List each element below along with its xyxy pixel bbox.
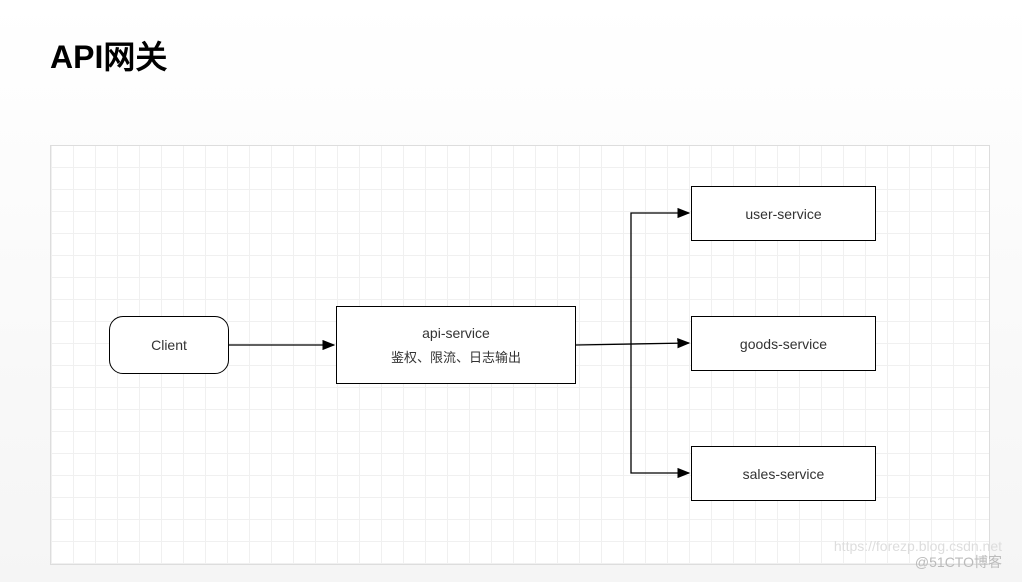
client-node: Client <box>109 316 229 374</box>
user-service-node: user-service <box>691 186 876 241</box>
goods-service-label: goods-service <box>740 336 827 352</box>
client-label: Client <box>151 337 187 353</box>
page-title: API网关 <box>50 32 167 78</box>
user-service-label: user-service <box>745 206 821 222</box>
api-service-node: api-service 鉴权、限流、日志输出 <box>336 306 576 384</box>
diagram-canvas: Client api-service 鉴权、限流、日志输出 user-servi… <box>50 145 990 565</box>
sales-service-label: sales-service <box>743 466 825 482</box>
sales-service-node: sales-service <box>691 446 876 501</box>
api-service-desc: 鉴权、限流、日志输出 <box>391 347 521 366</box>
watermark-text: @51CTO博客 <box>915 552 1002 572</box>
api-service-name: api-service <box>422 325 490 341</box>
goods-service-node: goods-service <box>691 316 876 371</box>
